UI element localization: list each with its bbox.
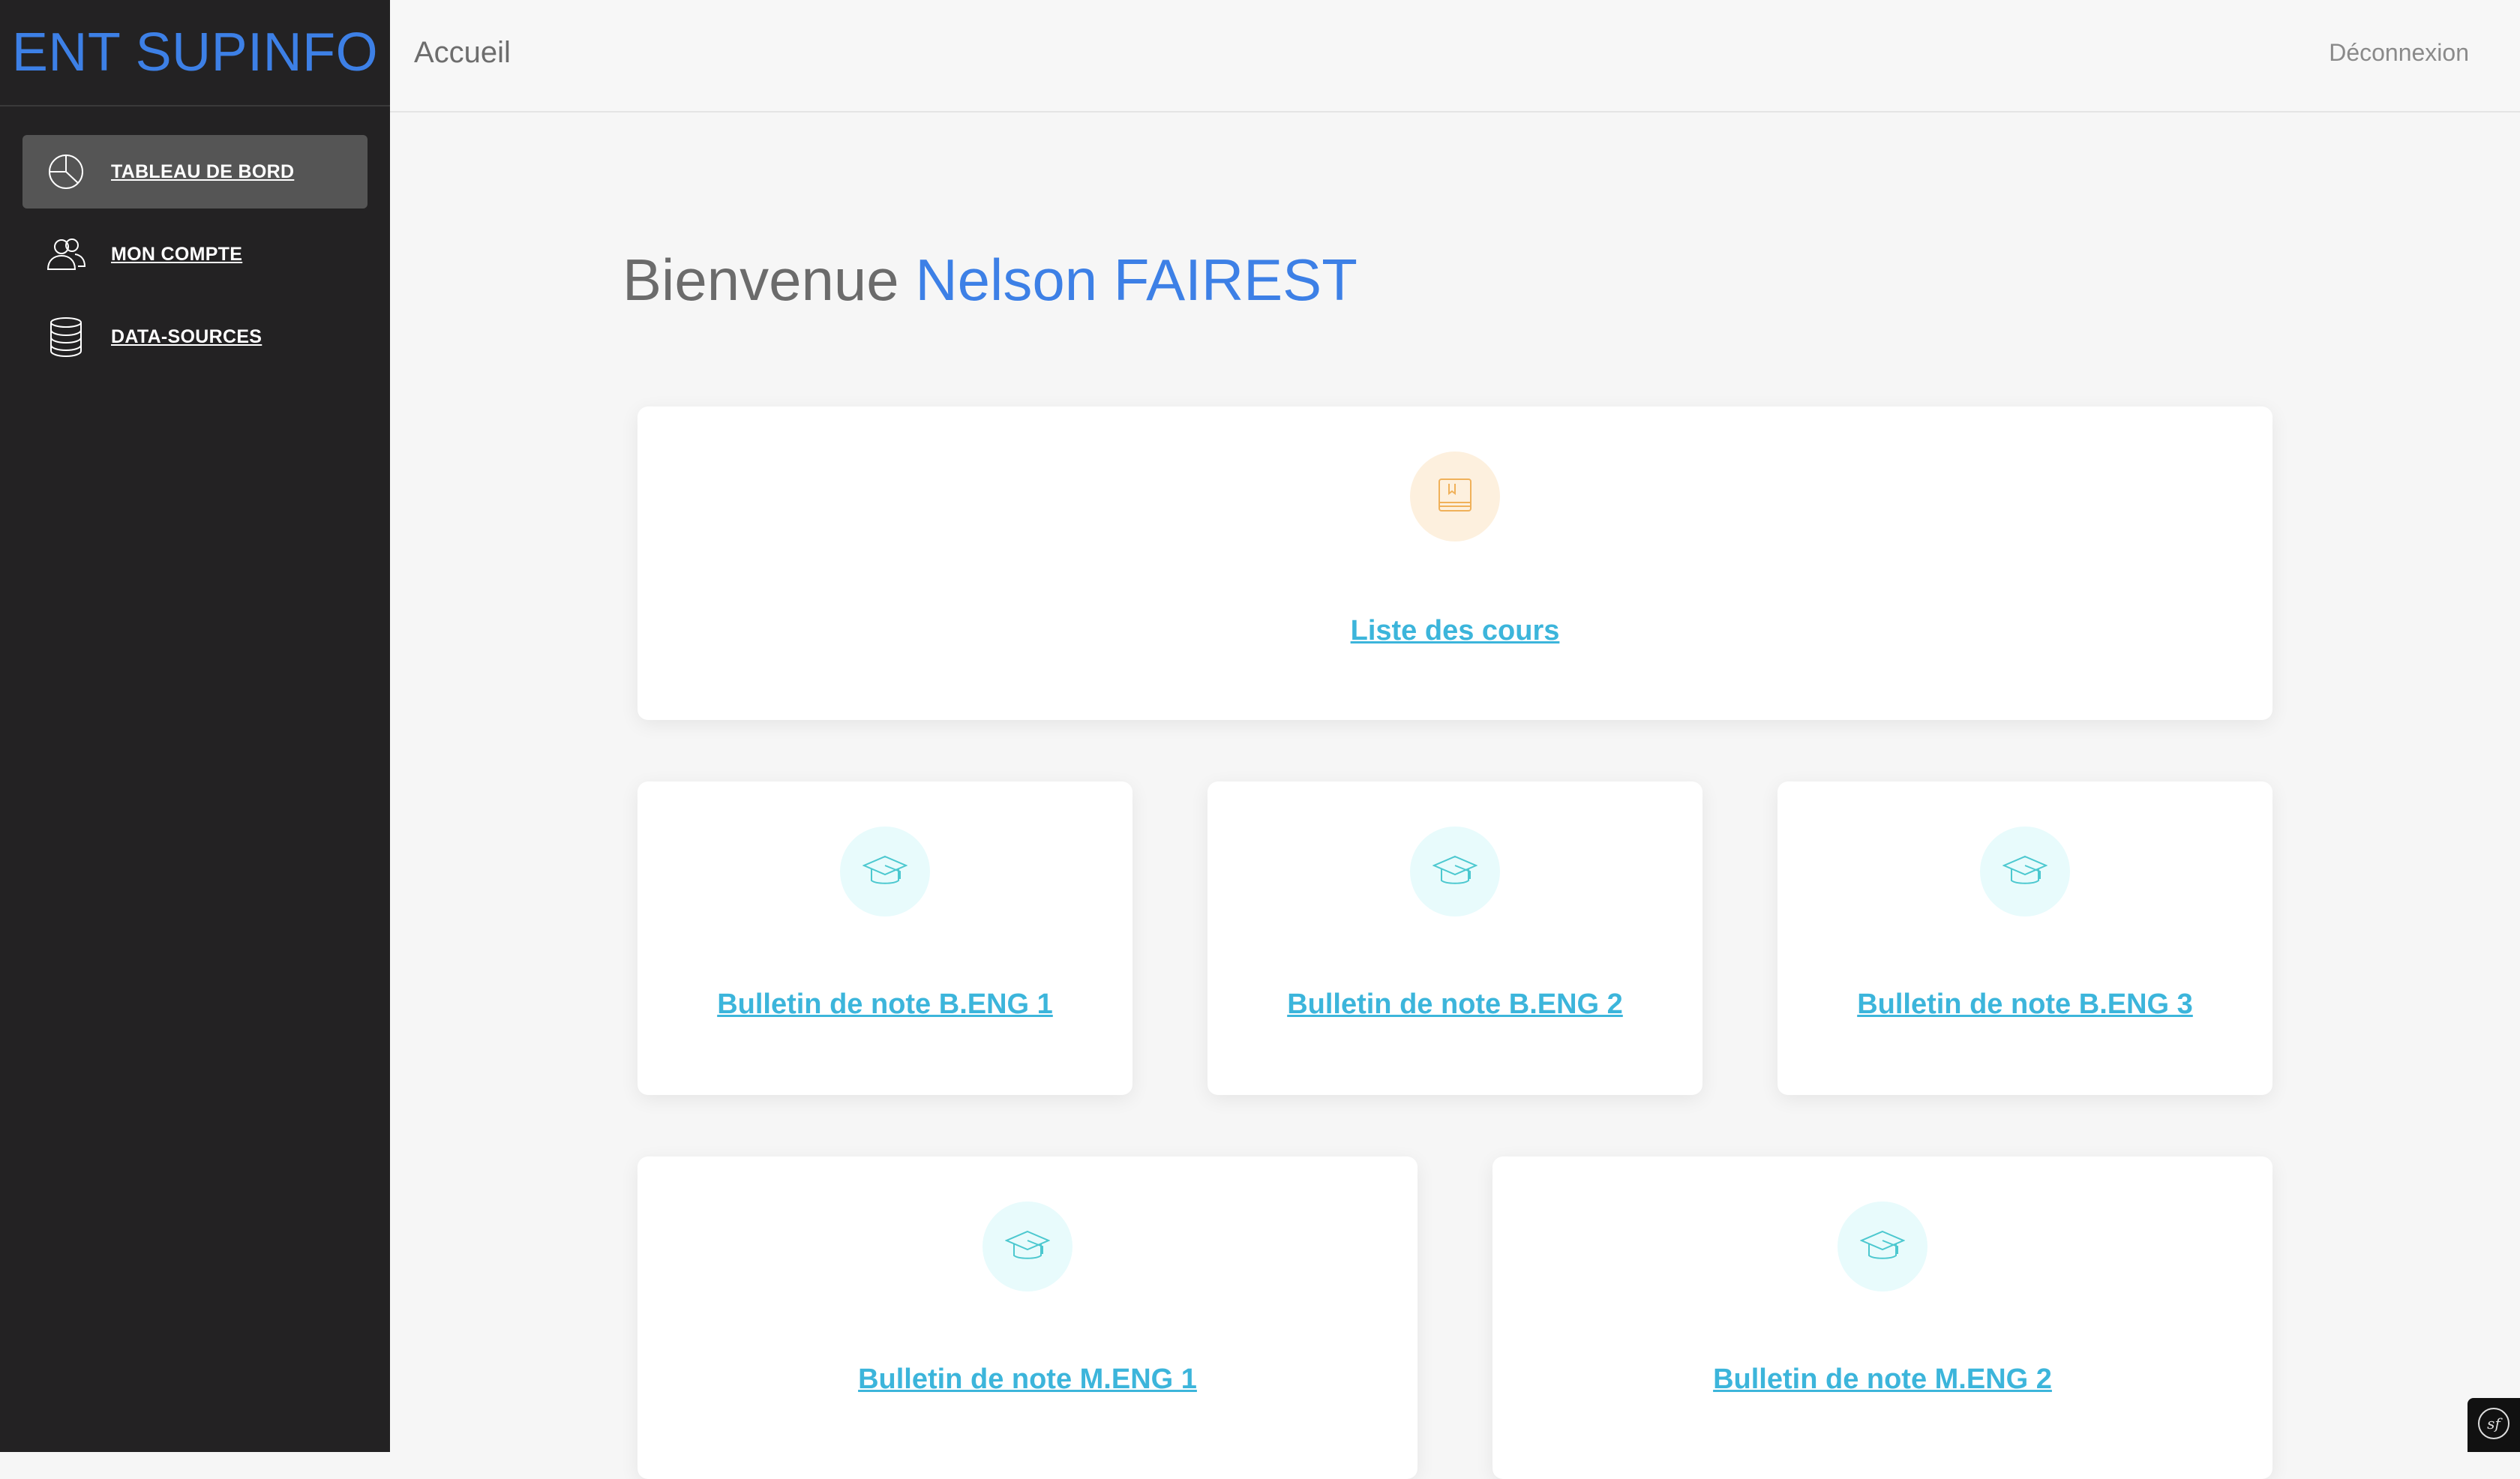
breadcrumb[interactable]: Accueil bbox=[414, 36, 511, 70]
graduation-cap-icon bbox=[1859, 1227, 1906, 1267]
card-link-bulletin-beng2[interactable]: Bulletin de note B.ENG 2 bbox=[1208, 988, 1702, 1021]
user-name: Nelson FAIREST bbox=[915, 247, 1358, 313]
symfony-logo-icon: sf bbox=[2477, 1407, 2510, 1444]
card-icon-circle bbox=[1410, 452, 1500, 542]
brand-logo[interactable]: ENT SUPINFO bbox=[0, 0, 390, 106]
sidebar-item-tableau-de-bord[interactable]: TABLEAU DE BORD bbox=[22, 135, 368, 208]
card-bulletin-meng2[interactable]: Bulletin de note M.ENG 2 bbox=[1492, 1156, 2272, 1479]
pie-chart-icon bbox=[45, 151, 87, 193]
card-icon-circle bbox=[1838, 1202, 1928, 1292]
welcome-text: Bienvenue bbox=[622, 247, 899, 313]
sidebar-item-label: TABLEAU DE BORD bbox=[111, 160, 295, 182]
card-link-bulletin-beng1[interactable]: Bulletin de note B.ENG 1 bbox=[638, 988, 1132, 1021]
svg-text:sf: sf bbox=[2487, 1414, 2503, 1432]
card-link-bulletin-beng3[interactable]: Bulletin de note B.ENG 3 bbox=[1778, 988, 2272, 1021]
card-icon-circle bbox=[982, 1202, 1072, 1292]
logout-link[interactable]: Déconnexion bbox=[2329, 39, 2469, 67]
card-bulletin-beng3[interactable]: Bulletin de note B.ENG 3 bbox=[1778, 782, 2272, 1095]
book-icon bbox=[1437, 477, 1473, 517]
card-icon-circle bbox=[840, 826, 930, 916]
card-link-bulletin-meng2[interactable]: Bulletin de note M.ENG 2 bbox=[1492, 1364, 2272, 1396]
sidebar: ENT SUPINFO TABLEAU DE BORD MON COMPTE D… bbox=[0, 0, 390, 1452]
card-bulletin-beng2[interactable]: Bulletin de note B.ENG 2 bbox=[1208, 782, 1702, 1095]
sidebar-item-label: MON COMPTE bbox=[111, 243, 243, 265]
debug-toolbar-toggle[interactable]: sf bbox=[2468, 1398, 2520, 1452]
graduation-cap-icon bbox=[862, 852, 908, 892]
card-link-liste-des-cours[interactable]: Liste des cours bbox=[638, 615, 2272, 647]
database-icon bbox=[45, 316, 87, 358]
sidebar-item-mon-compte[interactable]: MON COMPTE bbox=[22, 218, 368, 291]
card-liste-des-cours[interactable]: Liste des cours bbox=[638, 406, 2272, 720]
top-bar: Accueil Déconnexion bbox=[390, 0, 2520, 112]
card-bulletin-meng1[interactable]: Bulletin de note M.ENG 1 bbox=[638, 1156, 1418, 1479]
users-icon bbox=[45, 233, 87, 275]
graduation-cap-icon bbox=[1004, 1227, 1051, 1267]
sidebar-nav: TABLEAU DE BORD MON COMPTE DATA-SOURCES bbox=[22, 135, 368, 382]
graduation-cap-icon bbox=[1432, 852, 1478, 892]
card-bulletin-beng1[interactable]: Bulletin de note B.ENG 1 bbox=[638, 782, 1132, 1095]
graduation-cap-icon bbox=[2002, 852, 2048, 892]
card-icon-circle bbox=[1980, 826, 2070, 916]
sidebar-item-data-sources[interactable]: DATA-SOURCES bbox=[22, 300, 368, 374]
card-link-bulletin-meng1[interactable]: Bulletin de note M.ENG 1 bbox=[638, 1364, 1418, 1396]
page-title: Bienvenue Nelson FAIREST bbox=[622, 246, 1358, 314]
sidebar-item-label: DATA-SOURCES bbox=[111, 326, 262, 347]
card-icon-circle bbox=[1410, 826, 1500, 916]
